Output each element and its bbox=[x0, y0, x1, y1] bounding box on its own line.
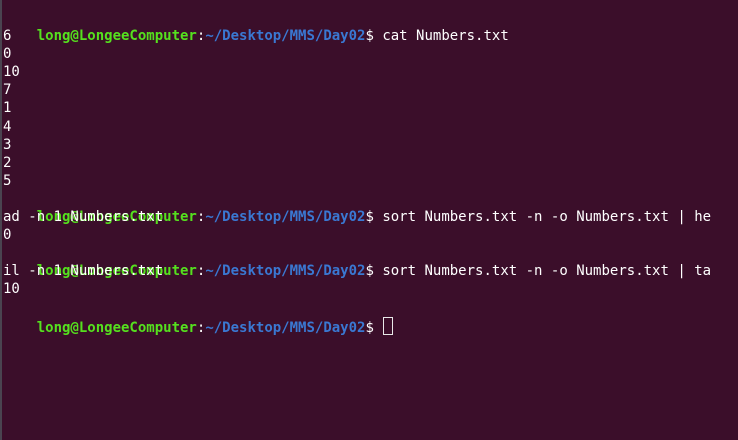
output-line: 10 bbox=[3, 281, 20, 298]
prompt-path: ~/Desktop/MMS/Day02 bbox=[205, 319, 366, 336]
text-cursor bbox=[383, 316, 394, 335]
terminal-line: long@LongeeComputer:~/Desktop/MMS/Day02$… bbox=[3, 244, 738, 279]
output-line: 1 bbox=[3, 100, 12, 117]
prompt-dollar: $ bbox=[365, 209, 383, 226]
command-text: sort Numbers.txt -n -o Numbers.txt | ta bbox=[382, 263, 712, 280]
output-line: 0 bbox=[3, 227, 12, 244]
prompt-dollar: $ bbox=[365, 319, 383, 336]
prompt-dollar: $ bbox=[365, 263, 383, 280]
prompt-dollar: $ bbox=[365, 28, 383, 45]
window-left-edge bbox=[0, 0, 2, 440]
output-line: 7 bbox=[3, 82, 12, 99]
prompt-path: ~/Desktop/MMS/Day02 bbox=[205, 209, 366, 226]
command-text: sort Numbers.txt -n -o Numbers.txt | he bbox=[382, 209, 712, 226]
output-line: 3 bbox=[3, 136, 12, 153]
prompt-user: long@LongeeComputer bbox=[36, 28, 197, 45]
command-text: cat Numbers.txt bbox=[382, 28, 509, 45]
output-line: 2 bbox=[3, 154, 12, 171]
terminal-line: long@LongeeComputer:~/Desktop/MMS/Day02$ bbox=[3, 299, 738, 336]
prompt-user: long@LongeeComputer bbox=[36, 319, 197, 336]
terminal-line: long@LongeeComputer:~/Desktop/MMS/Day02$… bbox=[3, 9, 738, 44]
output-line: 5 bbox=[3, 172, 12, 189]
terminal-line: long@LongeeComputer:~/Desktop/MMS/Day02$… bbox=[3, 190, 738, 225]
prompt-path: ~/Desktop/MMS/Day02 bbox=[205, 263, 366, 280]
prompt-path: ~/Desktop/MMS/Day02 bbox=[205, 28, 366, 45]
output-line: 10 bbox=[3, 64, 20, 81]
output-line: 4 bbox=[3, 118, 12, 135]
terminal-output[interactable]: long@LongeeComputer:~/Desktop/MMS/Day02$… bbox=[3, 9, 738, 336]
output-line: 0 bbox=[3, 46, 12, 63]
